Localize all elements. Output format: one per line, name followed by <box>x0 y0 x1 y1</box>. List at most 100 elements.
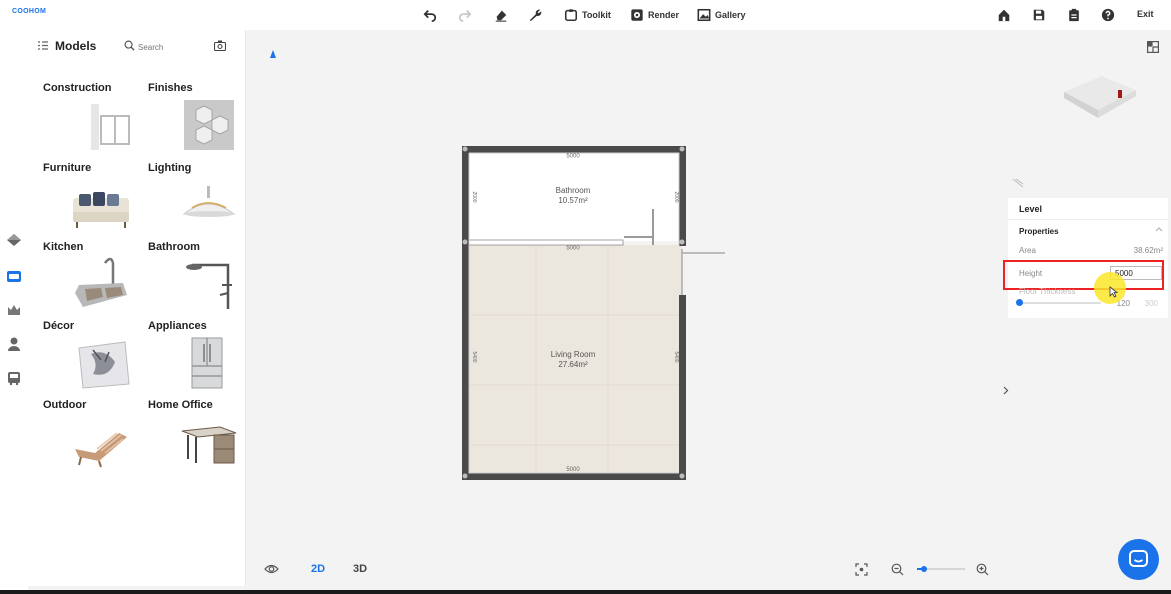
layout-toggle-icon[interactable] <box>1147 41 1159 53</box>
redo-icon <box>458 10 472 22</box>
zoom-slider[interactable] <box>917 566 965 572</box>
floor-thickness-label: Floor Thickness <box>1019 287 1076 296</box>
models-header: Models <box>28 30 246 62</box>
3d-preview-thumbnail[interactable] <box>1058 68 1142 124</box>
crown-tool-icon[interactable] <box>6 302 22 318</box>
divider <box>1008 219 1168 220</box>
category-outdoor[interactable]: Outdoor <box>43 399 143 477</box>
models-tool-icon[interactable] <box>6 268 22 284</box>
eraser-button[interactable] <box>494 6 508 24</box>
pendant-lamp-thumb <box>182 186 236 217</box>
home-button[interactable] <box>997 6 1011 24</box>
visibility-eye-icon[interactable] <box>264 563 279 575</box>
fit-view-icon[interactable] <box>855 563 868 576</box>
category-construction[interactable]: Construction <box>43 82 143 160</box>
category-label: Construction <box>43 82 112 94</box>
category-label: Lighting <box>148 162 192 174</box>
models-title: Models <box>55 39 97 53</box>
pillow-thumb <box>78 341 130 389</box>
user-tool-icon[interactable] <box>6 336 22 352</box>
wrench-button[interactable] <box>528 6 542 24</box>
category-label: Home Office <box>148 399 213 411</box>
models-panel: Models Construction Finishes Furniture <box>28 30 246 586</box>
area-value: 38.62m² <box>1133 246 1163 255</box>
sink-thumb <box>75 257 127 307</box>
category-finishes[interactable]: Finishes <box>148 82 248 160</box>
category-label: Finishes <box>148 82 193 94</box>
category-kitchen[interactable]: Kitchen <box>43 241 143 319</box>
dim-living-left: 5400 <box>471 351 477 362</box>
north-compass-icon <box>270 50 276 58</box>
chat-support-button[interactable] <box>1118 539 1159 580</box>
camera-search-icon[interactable] <box>214 40 226 51</box>
wall-top[interactable] <box>462 146 686 153</box>
toolkit-button[interactable]: Toolkit <box>564 6 611 24</box>
bus-tool-icon[interactable] <box>6 370 22 386</box>
room-name-living-room: Living Room <box>551 350 596 359</box>
highlight-box <box>1003 260 1164 290</box>
zoom-in-icon[interactable] <box>976 563 989 576</box>
wall-right-upper[interactable] <box>679 146 686 246</box>
lounger-thumb <box>75 432 127 468</box>
category-label: Furniture <box>43 162 92 174</box>
undo-button[interactable] <box>423 6 437 24</box>
redo-button[interactable] <box>458 6 472 24</box>
dim-bottom: 5000 <box>566 467 580 473</box>
pointer-cursor-icon <box>1109 286 1118 298</box>
view-3d-button[interactable]: 3D <box>353 563 367 575</box>
room-name-bathroom: Bathroom <box>556 186 591 195</box>
floor-thickness-max: 300 <box>1144 299 1158 308</box>
app-logo: COOHOM <box>12 8 47 15</box>
clipboard-icon <box>1069 8 1079 22</box>
level-title: Level <box>1019 204 1043 214</box>
construction-tool-icon[interactable] <box>6 231 22 247</box>
app-root: COOHOM Toolkit Render Gallery Exit Model… <box>0 0 1171 594</box>
sofa-thumb <box>73 192 129 228</box>
fridge-thumb <box>191 337 223 389</box>
category-label: Décor <box>43 320 75 332</box>
floor-plan[interactable]: 5000 5000 5000 2000 2000 5400 5400 Bathr… <box>460 145 730 485</box>
gallery-button[interactable]: Gallery <box>697 6 746 24</box>
help-button[interactable] <box>1101 6 1115 24</box>
wall-middle[interactable] <box>468 239 624 246</box>
category-lighting[interactable]: Lighting <box>148 162 248 240</box>
save-button[interactable] <box>1032 6 1046 24</box>
category-appliances[interactable]: Appliances <box>148 320 248 398</box>
dim-bath-right: 2000 <box>673 191 679 202</box>
home-icon <box>998 9 1010 22</box>
category-furniture[interactable]: Furniture <box>43 162 143 240</box>
bottom-edge <box>0 590 1171 594</box>
toolkit-label: Toolkit <box>582 10 611 20</box>
resize-handle-icon[interactable] <box>1012 178 1024 188</box>
render-icon <box>631 9 643 21</box>
wall-left[interactable] <box>462 146 469 480</box>
clipboard-button[interactable] <box>1067 6 1081 24</box>
wall-right-lower[interactable] <box>679 295 686 480</box>
render-button[interactable]: Render <box>630 6 679 24</box>
wall-bottom[interactable] <box>462 473 686 480</box>
category-label: Kitchen <box>43 241 84 253</box>
chat-icon <box>1129 550 1148 567</box>
save-icon <box>1033 9 1045 21</box>
entrance-door[interactable] <box>681 249 725 295</box>
chevron-right-icon[interactable] <box>1002 386 1009 395</box>
room-area-bathroom: 10.57m² <box>558 196 588 205</box>
category-bathroom[interactable]: Bathroom <box>148 241 248 319</box>
category-label: Outdoor <box>43 399 87 411</box>
category-decor[interactable]: Décor <box>43 320 143 398</box>
area-label: Area <box>1019 246 1036 255</box>
view-2d-button[interactable]: 2D <box>311 563 325 575</box>
exit-button[interactable]: Exit <box>1137 9 1154 19</box>
dim-bath-left: 2000 <box>471 191 477 202</box>
zoom-out-icon[interactable] <box>891 563 904 576</box>
floor-thickness-slider[interactable] <box>1019 302 1101 304</box>
chevron-up-icon[interactable] <box>1155 226 1163 232</box>
category-label: Bathroom <box>148 241 200 253</box>
category-home-office[interactable]: Home Office <box>148 399 248 477</box>
eraser-icon <box>495 10 507 22</box>
search-input[interactable] <box>138 40 208 54</box>
floor-thickness-slider-knob[interactable] <box>1016 299 1023 306</box>
dim-middle: 5000 <box>566 246 580 252</box>
properties-section-title[interactable]: Properties <box>1019 227 1059 236</box>
list-menu-icon[interactable] <box>38 41 48 50</box>
